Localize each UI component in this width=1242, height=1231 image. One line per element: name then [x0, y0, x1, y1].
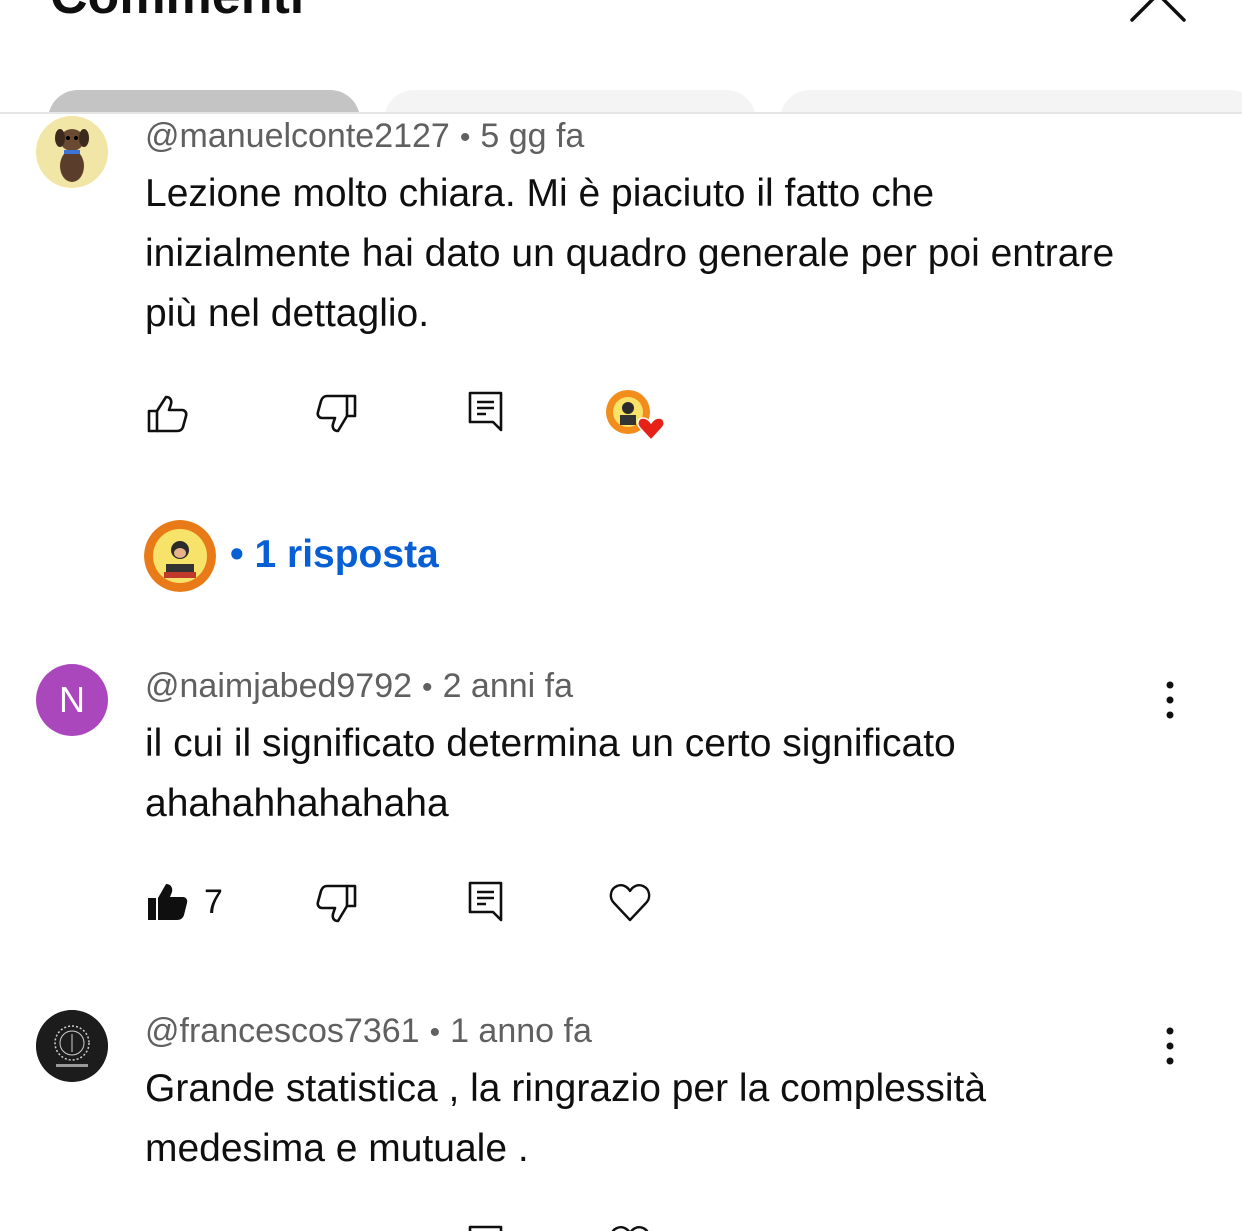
comment-meta: @francescos7361 • 1 anno fa [145, 1011, 592, 1053]
comment-author[interactable]: @francescos7361 [145, 1012, 420, 1050]
separator-dot: • [422, 671, 433, 704]
like-icon[interactable] [146, 394, 190, 434]
comment-text: Lezione molto chiara. Mi è piaciuto il f… [145, 172, 1115, 335]
reply-icon[interactable] [466, 880, 506, 924]
comment-time: 5 gg fa [480, 117, 585, 155]
replies-count-label: 1 risposta [254, 533, 439, 576]
avatar[interactable] [36, 1010, 108, 1082]
creator-heart-icon [604, 388, 668, 444]
heart-outline-icon[interactable] [608, 1222, 652, 1231]
replies-link[interactable]: • 1 risposta [230, 533, 439, 577]
comment-meta: @naimjabed9792 • 2 anni fa [145, 666, 573, 708]
comment-text: Grande statistica , la ringrazio per la … [145, 1067, 987, 1170]
comment-time: 2 anni fa [442, 667, 574, 705]
channel-avatar[interactable] [144, 520, 216, 592]
chip[interactable] [384, 90, 756, 114]
header-divider [0, 112, 1242, 114]
dislike-icon[interactable] [314, 394, 358, 434]
filter-chips [0, 88, 1242, 114]
like-filled-icon[interactable] [146, 882, 190, 922]
comment-time: 1 anno fa [450, 1012, 592, 1050]
heart-outline-icon[interactable] [608, 880, 652, 924]
chip[interactable] [780, 90, 1242, 114]
comment-author[interactable]: @manuelconte2127 [145, 117, 450, 155]
like-count: 7 [204, 883, 223, 921]
separator-dot: • [230, 533, 255, 576]
comment-text: il cui il significato determina un certo… [145, 722, 956, 825]
separator-dot: • [429, 1016, 441, 1049]
more-options-icon[interactable] [1150, 680, 1190, 720]
comment-author[interactable]: @naimjabed9792 [145, 667, 412, 705]
panel-title: Commenti [50, 0, 304, 22]
avatar[interactable] [36, 116, 108, 188]
close-icon[interactable] [1128, 0, 1188, 24]
separator-dot: • [459, 121, 471, 154]
dislike-icon[interactable] [314, 884, 358, 924]
gear-icon[interactable] [982, 0, 1046, 28]
more-options-icon[interactable] [1150, 1026, 1190, 1066]
chip-selected[interactable] [48, 90, 360, 114]
comment-meta: @manuelconte2127 • 5 gg fa [145, 116, 584, 158]
reply-icon[interactable] [466, 390, 506, 434]
avatar[interactable]: N [36, 664, 108, 736]
reply-icon[interactable] [466, 1224, 506, 1231]
